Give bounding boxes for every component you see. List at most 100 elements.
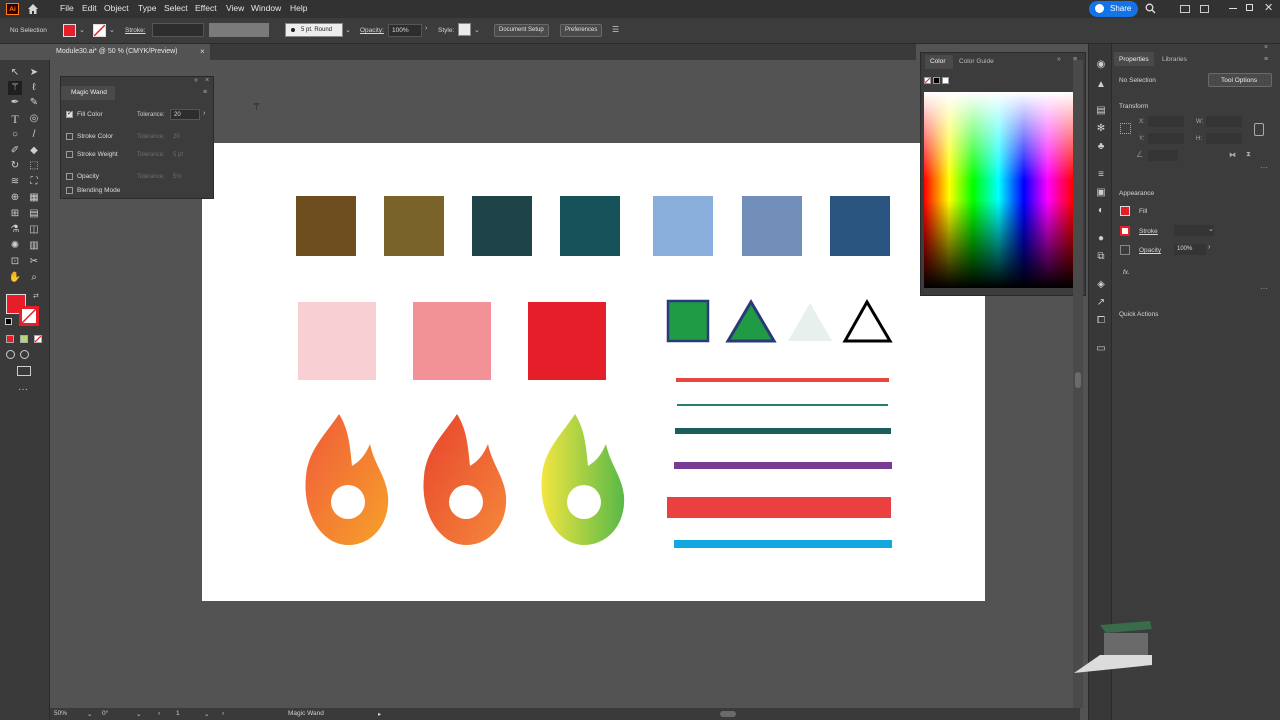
zoom-dropdown-icon[interactable]: ⌄ xyxy=(87,710,92,718)
rotate-field[interactable] xyxy=(1148,150,1178,161)
arrange-documents-icon[interactable] xyxy=(1180,5,1190,13)
arrange-icon[interactable]: ☰ xyxy=(612,25,619,34)
close-window-icon[interactable]: ✕ xyxy=(1264,1,1274,15)
stroke-color-box[interactable] xyxy=(19,306,39,326)
layers-panel-icon[interactable]: ◈ xyxy=(1094,278,1108,292)
panel-close-icon[interactable]: × xyxy=(205,77,209,84)
outline-triangle[interactable] xyxy=(842,298,893,343)
close-tab-icon[interactable]: × xyxy=(200,47,205,56)
export-panel-icon[interactable]: ↗ xyxy=(1094,296,1108,310)
appearance-more-icon[interactable]: ··· xyxy=(1260,284,1268,293)
swap-colors-icon[interactable]: ⇄ xyxy=(33,292,39,300)
brush-chevron-icon[interactable]: ⌄ xyxy=(345,26,351,34)
h-field[interactable] xyxy=(1206,133,1242,144)
line-purple[interactable] xyxy=(674,462,892,469)
learn-panel-icon[interactable]: ▲ xyxy=(1094,78,1108,92)
restore-icon[interactable] xyxy=(1246,4,1253,11)
none-swatch-icon[interactable] xyxy=(924,77,931,84)
flame-red-orange[interactable] xyxy=(423,414,507,545)
appearance-fill-swatch[interactable] xyxy=(1120,206,1130,216)
blending-mode-checkbox[interactable] xyxy=(66,187,73,194)
shape-builder-tool-icon[interactable]: ⊕ xyxy=(8,191,22,205)
menu-edit[interactable]: Edit xyxy=(82,3,97,13)
black-swatch-icon[interactable] xyxy=(933,77,940,84)
stroke-color-option[interactable]: Stroke Color xyxy=(66,133,113,140)
lasso-tool-icon[interactable]: ℓ xyxy=(27,81,41,95)
eraser-tool-icon[interactable]: ◆ xyxy=(27,144,41,158)
menu-window[interactable]: Window xyxy=(251,3,281,13)
artboard-nav-next-icon[interactable]: › xyxy=(222,710,224,717)
flame-orange[interactable] xyxy=(305,414,389,545)
graph-tool-icon[interactable]: ▥ xyxy=(27,239,41,253)
zoom-level[interactable]: 50% xyxy=(54,710,67,717)
screen-mode-icon[interactable] xyxy=(17,366,31,376)
white-swatch-icon[interactable] xyxy=(942,77,949,84)
flame-yellow-green[interactable] xyxy=(541,414,625,545)
free-transform-tool-icon[interactable]: ⛶ xyxy=(27,175,41,189)
gradient-mode-icon[interactable] xyxy=(20,335,28,343)
style-swatch[interactable] xyxy=(458,23,471,36)
type-tool-icon[interactable]: T xyxy=(8,112,22,126)
green-square[interactable] xyxy=(666,299,710,343)
opacity-label[interactable]: Opacity xyxy=(1139,247,1161,254)
rotate-tool-icon[interactable]: ↻ xyxy=(8,159,22,173)
fill-color-option[interactable]: ✓ Fill Color xyxy=(66,110,103,118)
properties-collapse-icon[interactable]: × xyxy=(1264,44,1268,51)
green-triangle[interactable] xyxy=(725,299,777,343)
stroke-color-checkbox[interactable] xyxy=(66,133,73,140)
transform-more-icon[interactable]: ··· xyxy=(1260,163,1268,172)
line-red-thin[interactable] xyxy=(676,378,889,382)
blending-mode-option[interactable]: Blending Mode xyxy=(66,187,120,194)
blend-tool-icon[interactable]: ◫ xyxy=(27,223,41,237)
artboard-dropdown-icon[interactable]: ⌄ xyxy=(204,710,209,718)
color-tab[interactable]: Color xyxy=(925,55,953,69)
comments-panel-icon[interactable]: ▭ xyxy=(1094,342,1108,356)
appearance-panel-icon[interactable]: ● xyxy=(1094,232,1108,246)
color-spectrum[interactable] xyxy=(924,92,1073,288)
graphic-styles-panel-icon[interactable]: ⧉ xyxy=(1094,250,1108,264)
none-mode-icon[interactable] xyxy=(34,335,42,343)
curvature-tool-icon[interactable]: ✎ xyxy=(27,96,41,110)
flip-horizontal-icon[interactable]: ⧓ xyxy=(1229,151,1236,159)
hand-tool-icon[interactable]: ✋ xyxy=(8,271,22,285)
flip-vertical-icon[interactable]: ⧗ xyxy=(1246,151,1251,159)
shaper-tool-icon[interactable]: ✐ xyxy=(8,144,22,158)
line-red-thick[interactable] xyxy=(667,497,891,518)
document-tab[interactable]: Module30.ai* @ 50 % (CMYK/Preview) × xyxy=(50,44,210,60)
constrain-proportions-icon[interactable] xyxy=(1254,123,1264,136)
stroke-weight-option[interactable]: Stroke Weight xyxy=(66,151,118,158)
brushes-panel-icon[interactable]: ✻ xyxy=(1094,122,1108,136)
opacity-swatch-icon[interactable] xyxy=(1120,245,1130,255)
swatch-brown[interactable] xyxy=(296,196,356,256)
stroke-dropdown-icon[interactable]: ⌄ xyxy=(109,26,115,34)
color-panel-collapse-icon[interactable]: » xyxy=(1057,56,1061,63)
line-teal-thin[interactable] xyxy=(677,404,888,406)
menu-effect[interactable]: Effect xyxy=(195,3,217,13)
warp-tool-icon[interactable]: ≋ xyxy=(8,175,22,189)
opacity-arrow-icon[interactable]: › xyxy=(1208,244,1210,251)
menu-file[interactable]: File xyxy=(60,3,74,13)
swatch-red[interactable] xyxy=(528,302,606,380)
paintbrush-tool-icon[interactable]: / xyxy=(27,128,41,142)
x-field[interactable] xyxy=(1148,116,1184,127)
swatch-navy-blue[interactable] xyxy=(830,196,890,256)
reference-point-icon[interactable] xyxy=(1120,123,1131,134)
draw-inside-icon[interactable] xyxy=(20,350,29,359)
menu-view[interactable]: View xyxy=(226,3,244,13)
artboards-panel-icon[interactable]: ⧠ xyxy=(1094,314,1108,328)
search-icon[interactable] xyxy=(1145,3,1156,14)
magic-wand-tab[interactable]: Magic Wand xyxy=(61,86,115,100)
menu-help[interactable]: Help xyxy=(290,3,307,13)
variable-width-profile[interactable] xyxy=(209,23,269,37)
gradient-panel-icon[interactable]: ▣ xyxy=(1094,186,1108,200)
minimize-icon[interactable] xyxy=(1229,8,1237,9)
direct-selection-tool-icon[interactable]: ➤ xyxy=(27,66,41,80)
tool-options-button[interactable]: Tool Options xyxy=(1208,73,1272,87)
magic-wand-tool-icon[interactable]: ⚚ xyxy=(8,81,22,95)
opacity-arrow-icon[interactable]: › xyxy=(425,25,427,32)
opacity-field[interactable]: 100% xyxy=(388,24,422,37)
artboard-number[interactable]: 1 xyxy=(176,710,180,717)
document-setup-button[interactable]: Document Setup xyxy=(494,24,549,37)
perspective-grid-tool-icon[interactable]: ▦ xyxy=(27,191,41,205)
share-button[interactable]: Share xyxy=(1089,1,1138,17)
